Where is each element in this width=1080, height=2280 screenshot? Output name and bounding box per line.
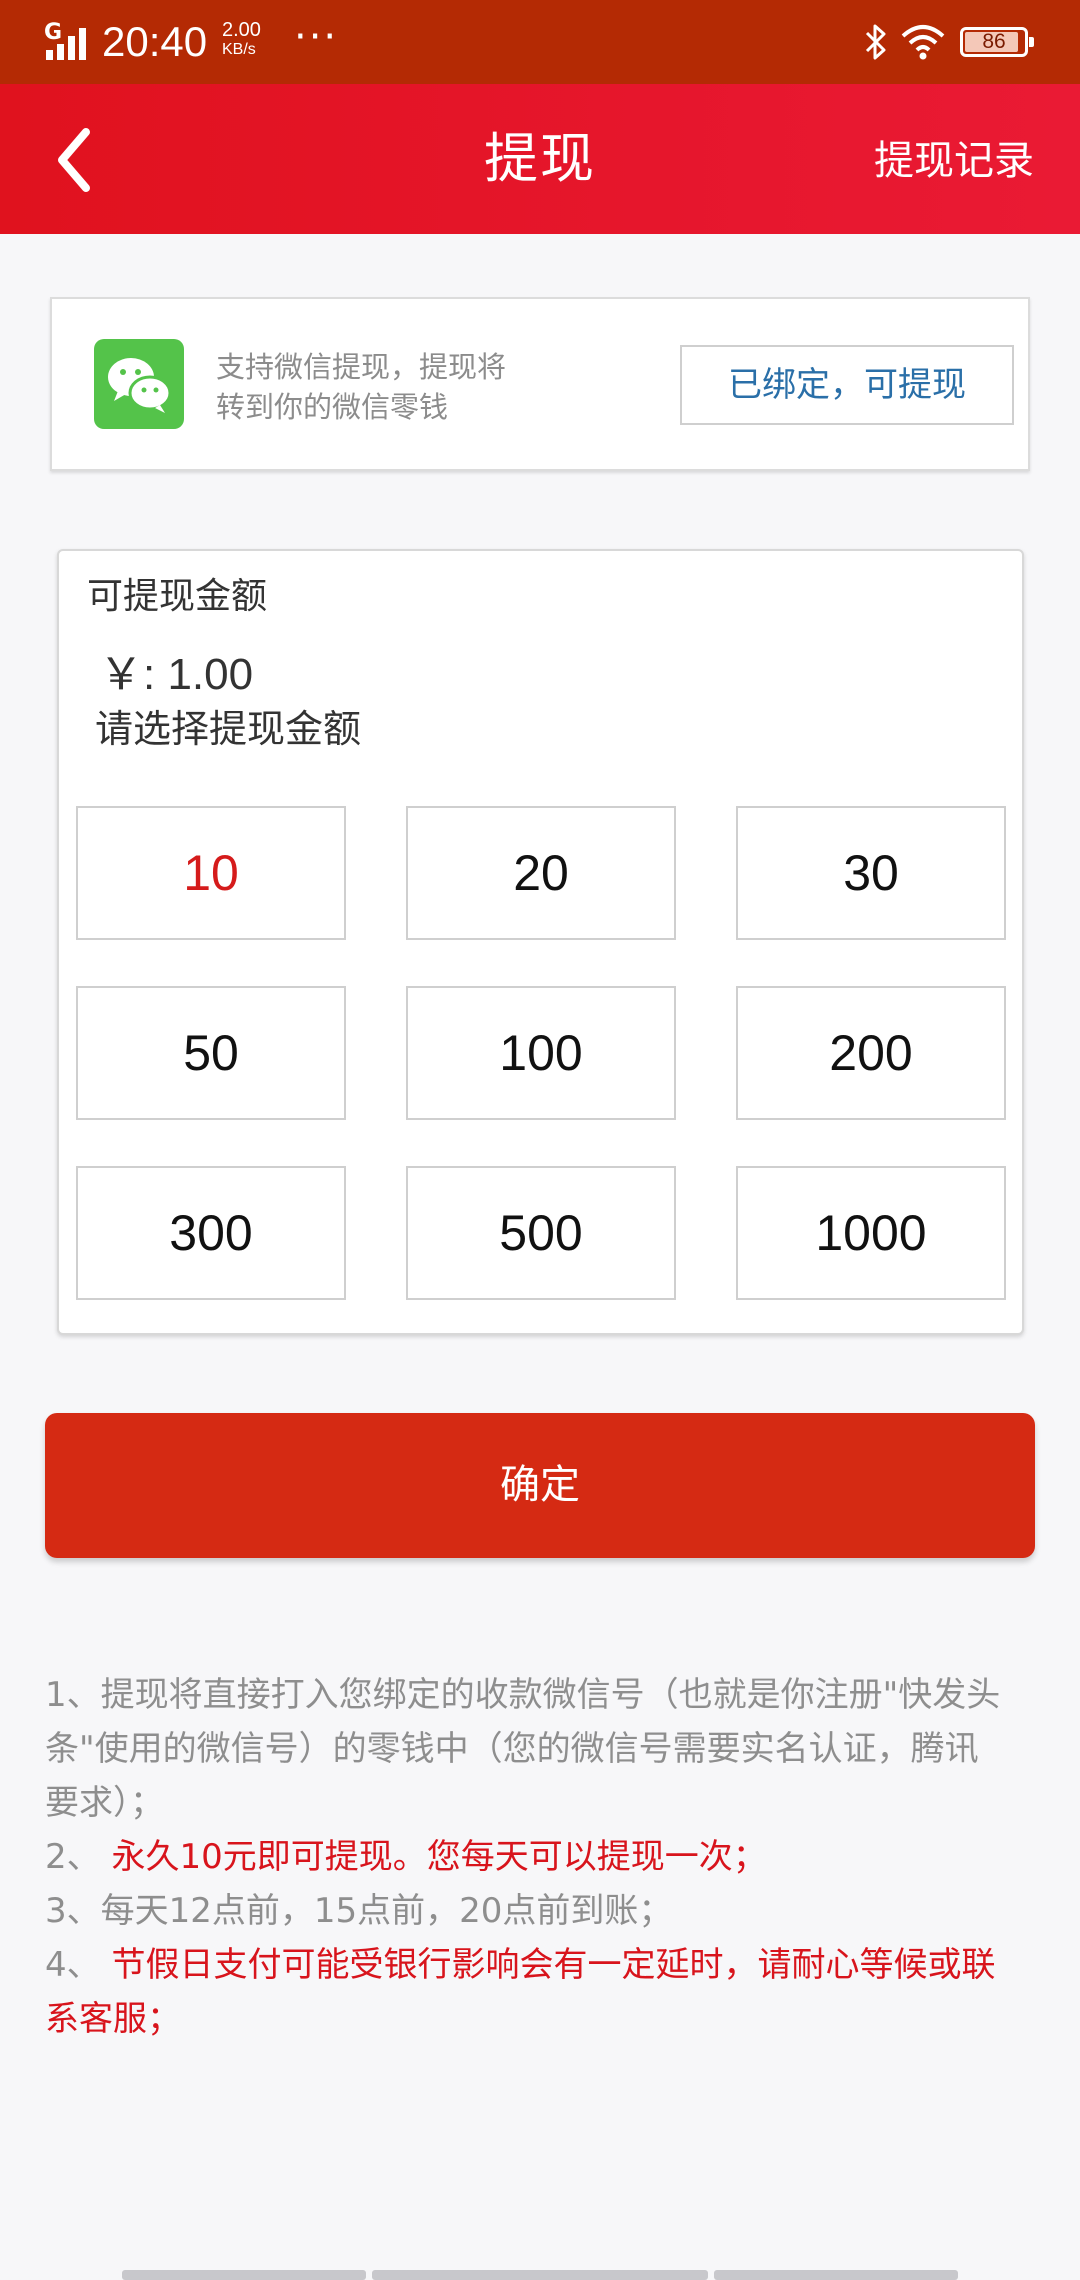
- wechat-withdraw-description: 支持微信提现，提现将 转到你的微信零钱: [216, 347, 596, 427]
- note-3: 3、每天12点前，15点前，20点前到账；: [45, 1891, 673, 1931]
- note-1: 1、提现将直接打入您绑定的收款微信号（也就是你注册"快发头条"使用的微信号）的零…: [45, 1675, 1001, 1823]
- amount-option-300[interactable]: 300: [76, 1166, 346, 1300]
- clock: 20:40: [102, 18, 208, 65]
- note-2: 2、 永久10元即可提现。您每天可以提现一次；: [45, 1830, 1005, 1884]
- more-notifications-icon: ···: [294, 14, 339, 60]
- wechat-icon: [94, 339, 184, 429]
- network-speed: 2.00 KB/s: [222, 20, 261, 60]
- app-header: 提现 提现记录: [0, 84, 1080, 234]
- bottom-nav-hint-left: [122, 2270, 366, 2280]
- amount-option-1000[interactable]: 1000: [736, 1166, 1006, 1300]
- wechat-desc-line1: 支持微信提现，提现将: [216, 350, 507, 384]
- network-speed-unit: KB/s: [222, 41, 256, 58]
- wifi-icon: [901, 25, 945, 60]
- bluetooth-icon: [865, 24, 886, 60]
- amount-option-grid: 10 20 30 50 100 200 300 500 1000: [76, 806, 1008, 1302]
- amount-option-500[interactable]: 500: [406, 1166, 676, 1300]
- network-type-label: G: [44, 20, 63, 45]
- bottom-nav-hint-right: [714, 2270, 958, 2280]
- amount-option-200[interactable]: 200: [736, 986, 1006, 1120]
- withdraw-notes: 1、提现将直接打入您绑定的收款微信号（也就是你注册"快发头条"使用的微信号）的零…: [45, 1668, 1005, 2046]
- bottom-nav-hint-center: [372, 2270, 708, 2280]
- confirm-button[interactable]: 确定: [45, 1413, 1035, 1558]
- amount-option-30[interactable]: 30: [736, 806, 1006, 940]
- amount-option-50[interactable]: 50: [76, 986, 346, 1120]
- note-4-number: 4、: [45, 1945, 101, 1985]
- note-2-number: 2、: [45, 1837, 101, 1877]
- signal-icon: G: [44, 20, 92, 60]
- amount-option-20[interactable]: 20: [406, 806, 676, 940]
- network-speed-value: 2.00: [222, 19, 261, 41]
- note-4: 4、 节假日支付可能受银行影响会有一定延时，请耐心等候或联系客服；: [45, 1938, 1005, 2046]
- wechat-desc-line2: 转到你的微信零钱: [216, 390, 449, 424]
- withdraw-history-link[interactable]: 提现记录: [874, 134, 1034, 188]
- note-2-text: 永久10元即可提现。您每天可以提现一次；: [100, 1837, 767, 1877]
- available-amount-value: ￥: 1.00: [99, 650, 254, 699]
- status-bar: G 20:40 2.00 KB/s ··· 86: [0, 0, 1080, 84]
- wechat-withdraw-card: 支持微信提现，提现将 转到你的微信零钱 已绑定，可提现: [50, 297, 1030, 471]
- amount-option-10[interactable]: 10: [76, 806, 346, 940]
- amount-card: 可提现金额 ￥: 1.00 请选择提现金额 10 20 30 50 100 20…: [57, 549, 1024, 1335]
- battery-icon: 86: [960, 27, 1034, 57]
- amount-option-100[interactable]: 100: [406, 986, 676, 1120]
- available-amount-label: 可提现金额: [87, 576, 268, 617]
- note-4-text: 节假日支付可能受银行影响会有一定延时，请耐心等候或联系客服；: [45, 1945, 996, 2039]
- battery-level: 86: [982, 30, 1006, 53]
- bind-status-button[interactable]: 已绑定，可提现: [680, 345, 1014, 425]
- select-amount-prompt: 请选择提现金额: [95, 707, 362, 751]
